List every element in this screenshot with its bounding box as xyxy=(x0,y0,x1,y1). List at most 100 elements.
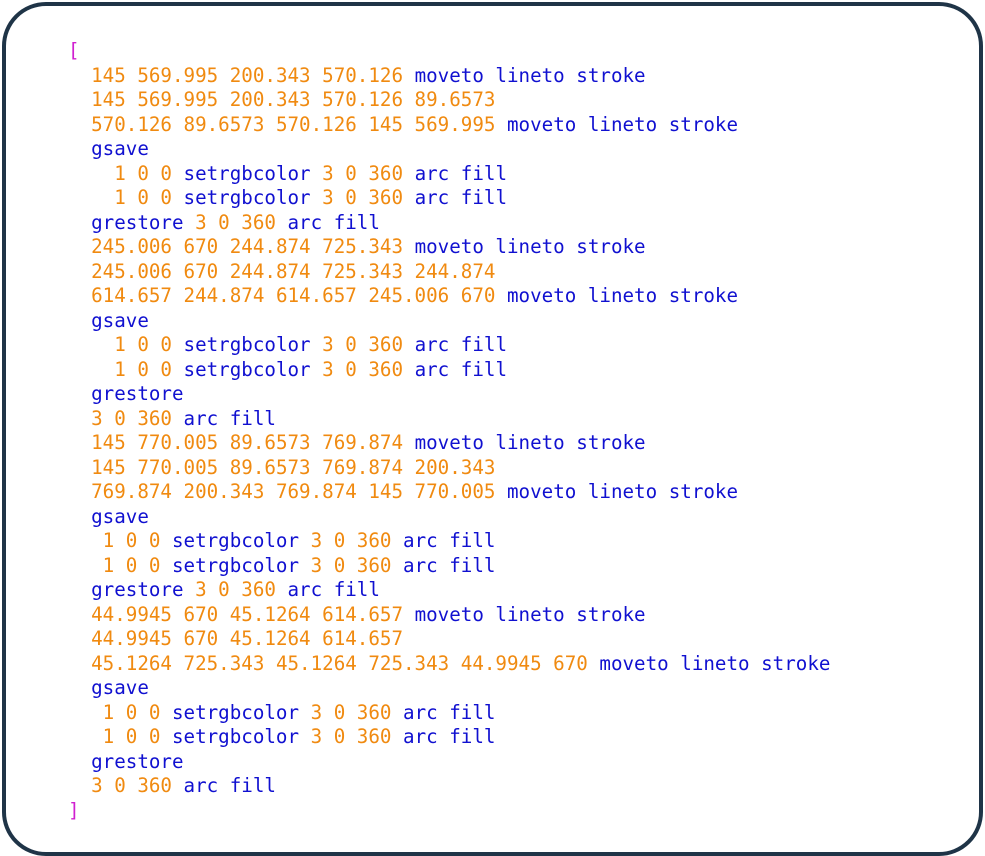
code-token-bracket: ] xyxy=(68,798,80,822)
code-token-number: 3 0 360 xyxy=(195,578,288,601)
code-line: ] xyxy=(68,799,830,824)
code-line: gsave xyxy=(68,309,830,334)
code-token-keyword: arc fill xyxy=(183,774,276,797)
code-line: 245.006 670 244.874 725.343 moveto linet… xyxy=(68,235,830,260)
code-token-keyword: moveto lineto stroke xyxy=(599,651,831,675)
code-line: 145 770.005 89.6573 769.874 moveto linet… xyxy=(68,431,830,456)
code-token-keyword: setrgbcolor xyxy=(183,161,323,185)
code-token-keyword: arc fill xyxy=(414,333,507,356)
code-line: 44.9945 670 45.1264 614.657 xyxy=(68,627,830,652)
code-token-number: 3 0 360 xyxy=(91,406,184,430)
code-token-keyword: grestore xyxy=(91,210,196,234)
code-token-number: 3 0 360 xyxy=(310,725,404,748)
code-token-keyword: grestore xyxy=(91,382,184,405)
code-token-keyword: setrgbcolor xyxy=(171,553,311,577)
code-token-number: 769.874 200.343 769.874 145 770.005 xyxy=(91,480,507,503)
code-token-keyword: setrgbcolor xyxy=(183,186,323,209)
code-token-keyword: moveto lineto stroke xyxy=(506,284,739,307)
code-token-number: 3 0 360 xyxy=(310,553,404,577)
code-token-keyword: arc fill xyxy=(403,529,496,552)
code-line: 1 0 0 setrgbcolor 3 0 360 arc fill xyxy=(68,358,830,383)
code-token-keyword: gsave xyxy=(91,308,149,332)
code-line: 1 0 0 setrgbcolor 3 0 360 arc fill xyxy=(68,333,830,358)
code-token-number: 570.126 89.6573 570.126 145 569.995 xyxy=(91,112,507,136)
code-line: 1 0 0 setrgbcolor 3 0 360 arc fill xyxy=(68,701,830,726)
code-line: 1 0 0 setrgbcolor 3 0 360 arc fill xyxy=(68,162,830,187)
code-token-number: 3 0 360 xyxy=(195,210,288,234)
code-token-number: 1 0 0 xyxy=(102,700,172,724)
code-line: grestore 3 0 360 arc fill xyxy=(68,578,830,603)
code-token-number: 1 0 0 xyxy=(102,725,172,748)
code-token-number: 3 0 360 xyxy=(322,186,415,209)
code-token-keyword: setrgbcolor xyxy=(183,357,323,381)
code-line: grestore xyxy=(68,382,830,407)
code-token-number: 1 0 0 xyxy=(114,357,184,381)
code-line: 614.657 244.874 614.657 245.006 670 move… xyxy=(68,284,830,309)
code-token-number: 3 0 360 xyxy=(322,357,415,381)
code-line: 570.126 89.6573 570.126 145 569.995 move… xyxy=(68,113,830,138)
code-token-keyword: arc fill xyxy=(287,210,380,234)
code-line: 1 0 0 setrgbcolor 3 0 360 arc fill xyxy=(68,186,830,211)
code-block: [ 145 569.995 200.343 570.126 moveto lin… xyxy=(68,39,830,823)
code-token-number: 1 0 0 xyxy=(114,186,184,209)
code-token-number: 145 770.005 89.6573 769.874 200.343 xyxy=(91,455,496,479)
code-token-keyword: arc fill xyxy=(403,553,496,577)
code-token-number: 145 770.005 89.6573 769.874 xyxy=(91,431,415,454)
code-token-keyword: arc fill xyxy=(414,357,507,381)
code-line: 3 0 360 arc fill xyxy=(68,774,830,799)
code-token-number: 3 0 360 xyxy=(322,333,415,356)
code-token-keyword: setrgbcolor xyxy=(183,333,323,356)
code-token-keyword: moveto lineto stroke xyxy=(506,480,739,503)
code-line: 44.9945 670 45.1264 614.657 moveto linet… xyxy=(68,603,830,628)
code-line: 1 0 0 setrgbcolor 3 0 360 arc fill xyxy=(68,725,830,750)
code-token-number: 1 0 0 xyxy=(102,553,172,577)
code-line: [ xyxy=(68,39,830,64)
code-line: 1 0 0 setrgbcolor 3 0 360 arc fill xyxy=(68,529,830,554)
code-line: 145 569.995 200.343 570.126 moveto linet… xyxy=(68,64,830,89)
code-line: 145 770.005 89.6573 769.874 200.343 xyxy=(68,456,830,481)
code-token-number: 3 0 360 xyxy=(310,529,404,552)
code-line: 1 0 0 setrgbcolor 3 0 360 arc fill xyxy=(68,554,830,579)
code-line: 145 569.995 200.343 570.126 89.6573 xyxy=(68,88,830,113)
code-line: gsave xyxy=(68,505,830,530)
code-token-keyword: grestore xyxy=(91,749,184,773)
code-token-keyword: arc fill xyxy=(414,161,507,185)
code-line: 45.1264 725.343 45.1264 725.343 44.9945 … xyxy=(68,652,830,677)
code-token-keyword: arc fill xyxy=(403,725,496,748)
code-token-keyword: gsave xyxy=(91,137,149,160)
code-token-number: 145 569.995 200.343 570.126 89.6573 xyxy=(91,88,496,111)
code-token-keyword: moveto lineto stroke xyxy=(414,431,646,454)
code-token-keyword: arc fill xyxy=(287,578,380,601)
code-token-keyword: moveto lineto stroke xyxy=(414,235,646,258)
code-token-number: 614.657 244.874 614.657 245.006 670 xyxy=(91,284,507,307)
code-line: 245.006 670 244.874 725.343 244.874 xyxy=(68,260,830,285)
code-line: 769.874 200.343 769.874 145 770.005 move… xyxy=(68,480,830,505)
code-line: grestore xyxy=(68,750,830,775)
code-token-number: 44.9945 670 45.1264 614.657 xyxy=(91,602,415,626)
code-token-number: 45.1264 725.343 45.1264 725.343 44.9945 … xyxy=(91,651,600,675)
code-token-number: 3 0 360 xyxy=(322,161,415,185)
code-token-bracket: [ xyxy=(68,39,80,62)
